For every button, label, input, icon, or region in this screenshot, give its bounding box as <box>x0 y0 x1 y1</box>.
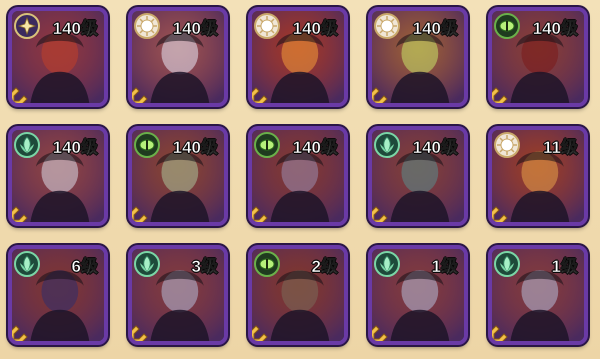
corner-ornament-icon <box>132 325 148 341</box>
corner-ornament-icon <box>12 206 28 222</box>
corner-ornament-icon <box>12 87 28 103</box>
hero-card[interactable]: 140级 <box>488 7 588 107</box>
hero-card[interactable]: 1级 <box>368 245 468 345</box>
hero-card[interactable]: 140级 <box>8 7 108 107</box>
hero-level-label: 140级 <box>532 19 578 39</box>
hero-card[interactable]: 1级 <box>488 245 588 345</box>
corner-ornament-icon <box>492 206 508 222</box>
corner-ornament-icon <box>492 87 508 103</box>
hero-level-label: 1级 <box>551 257 578 277</box>
hero-card[interactable]: 140级 <box>248 7 348 107</box>
eye-green-faction-icon <box>254 251 280 277</box>
hero-level-label: 140级 <box>292 138 338 158</box>
hero-card[interactable]: 3级 <box>128 245 228 345</box>
hero-card[interactable]: 140级 <box>128 126 228 226</box>
hero-level-label: 3级 <box>191 257 218 277</box>
hero-level-label: 140级 <box>412 138 458 158</box>
hero-level-label: 140级 <box>412 19 458 39</box>
hero-card[interactable]: 2级 <box>248 245 348 345</box>
hero-level-label: 140级 <box>292 19 338 39</box>
hero-level-label: 11级 <box>543 138 579 158</box>
corner-ornament-icon <box>252 87 268 103</box>
corner-ornament-icon <box>12 325 28 341</box>
sun-white-faction-icon <box>134 13 160 39</box>
corner-ornament-icon <box>492 325 508 341</box>
leaf-green-faction-icon <box>494 251 520 277</box>
hero-level-label: 140级 <box>52 19 98 39</box>
sun-white-faction-icon <box>494 132 520 158</box>
hero-level-label: 140级 <box>52 138 98 158</box>
hero-card[interactable]: 140级 <box>368 7 468 107</box>
leaf-green-faction-icon <box>14 251 40 277</box>
hero-level-label: 140级 <box>172 19 218 39</box>
hero-level-label: 6级 <box>71 257 98 277</box>
eye-green-faction-icon <box>494 13 520 39</box>
corner-ornament-icon <box>372 206 388 222</box>
corner-ornament-icon <box>132 87 148 103</box>
sun-white-faction-icon <box>374 13 400 39</box>
corner-ornament-icon <box>252 206 268 222</box>
hero-level-label: 140级 <box>172 138 218 158</box>
leaf-green-faction-icon <box>374 132 400 158</box>
hero-card[interactable]: 140级 <box>8 126 108 226</box>
eye-green-faction-icon <box>134 132 160 158</box>
hero-card[interactable]: 140级 <box>368 126 468 226</box>
hero-roster-grid: 140级 140级 140级 140级 140级 140级 140级 140级 140级 11级 6… <box>0 0 600 359</box>
hero-card[interactable]: 11级 <box>488 126 588 226</box>
leaf-green-faction-icon <box>374 251 400 277</box>
hero-card[interactable]: 6级 <box>8 245 108 345</box>
eye-green-faction-icon <box>254 132 280 158</box>
leaf-green-faction-icon <box>134 251 160 277</box>
corner-ornament-icon <box>372 325 388 341</box>
corner-ornament-icon <box>132 206 148 222</box>
leaf-green-faction-icon <box>14 132 40 158</box>
sun-white-faction-icon <box>254 13 280 39</box>
corner-ornament-icon <box>372 87 388 103</box>
star-gold-faction-icon <box>14 13 40 39</box>
hero-level-label: 1级 <box>431 257 458 277</box>
hero-level-label: 2级 <box>311 257 338 277</box>
hero-card[interactable]: 140级 <box>248 126 348 226</box>
corner-ornament-icon <box>252 325 268 341</box>
hero-card[interactable]: 140级 <box>128 7 228 107</box>
